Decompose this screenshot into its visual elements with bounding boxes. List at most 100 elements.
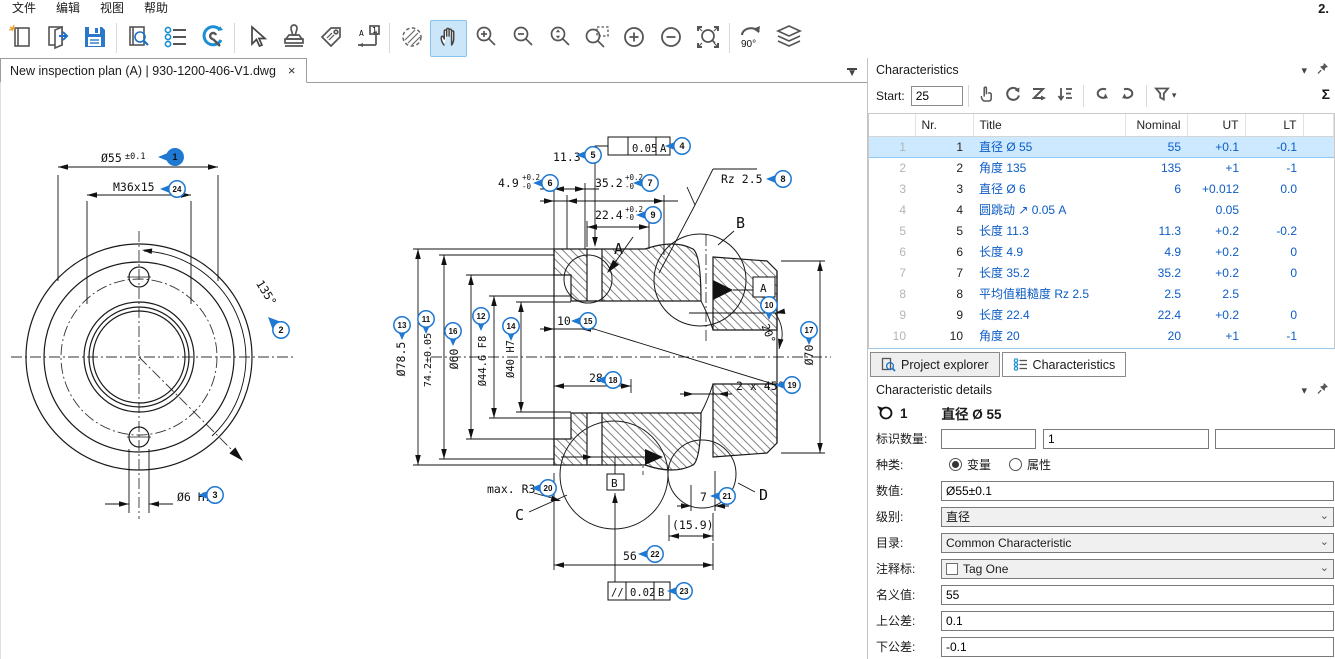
menu-view[interactable]: 视图	[92, 0, 136, 18]
id-qty-input-1[interactable]	[941, 429, 1036, 449]
value-input[interactable]	[941, 481, 1334, 501]
catalog-select[interactable]: Common Characteristic⌄	[941, 533, 1334, 553]
pin-icon[interactable]	[1317, 62, 1329, 78]
level-select[interactable]: 直径⌄	[941, 507, 1334, 527]
new-inspection-plan-button[interactable]	[2, 20, 39, 57]
column-header[interactable]: UT	[1187, 114, 1245, 136]
zoom-window-button[interactable]	[578, 20, 615, 57]
sum-button[interactable]: Σ	[1322, 86, 1330, 102]
refresh-order-button[interactable]	[1000, 84, 1026, 108]
balloon-2[interactable]: 2	[268, 317, 289, 338]
table-row[interactable]: 44圆跳动 ↗ 0.05 A0.05	[869, 199, 1334, 220]
id-qty-input-3[interactable]	[1215, 429, 1335, 449]
balloon-12[interactable]: 12	[473, 308, 489, 331]
details-pin-icon[interactable]	[1317, 382, 1329, 398]
table-row[interactable]: 99长度 22.422.4+0.20	[869, 304, 1334, 325]
characteristics-table-body[interactable]: 11直径 Ø 5555+0.1-0.122角度 135135+1-133直径 Ø…	[869, 136, 1334, 346]
panel-collapse-icon[interactable]: ▾	[1301, 64, 1307, 77]
step-forward-button[interactable]	[1115, 84, 1141, 108]
menu-help[interactable]: 帮助	[136, 0, 180, 18]
table-row[interactable]: 22角度 135135+1-1	[869, 157, 1334, 178]
open-inspection-plan-button[interactable]	[39, 20, 76, 57]
id-qty-input-2[interactable]	[1043, 429, 1209, 449]
balloon-8[interactable]: 8	[766, 171, 791, 187]
balloon-14[interactable]: 14	[503, 318, 519, 341]
zoom-in-button[interactable]	[467, 20, 504, 57]
zoom-out-button[interactable]	[504, 20, 541, 57]
filter-button[interactable]: ▾	[1152, 84, 1178, 108]
dim-35-2-lt: -0	[625, 182, 635, 191]
column-header[interactable]: Nominal	[1125, 114, 1187, 136]
balloon-21[interactable]: 21	[710, 488, 735, 504]
column-header[interactable]: Title	[973, 114, 1125, 136]
balloon-11[interactable]: 11	[418, 311, 434, 334]
detail-label-c: C	[515, 506, 524, 524]
table-row[interactable]: 66长度 4.94.9+0.20	[869, 241, 1334, 262]
balloon-15[interactable]: 15	[571, 313, 596, 329]
tab-list-dropdown-icon[interactable]: ▼	[847, 68, 857, 78]
menu-file[interactable]: 文件	[4, 0, 48, 18]
svg-text:11: 11	[422, 315, 431, 324]
sort-list-button[interactable]	[1052, 84, 1078, 108]
menu-edit[interactable]: 编辑	[48, 0, 92, 18]
drawing-canvas[interactable]: Ø55 ±0.1 M36x15 135° Ø6 H7 0.05 A 11.3 4…	[0, 83, 867, 659]
save-button[interactable]	[76, 20, 113, 57]
start-input[interactable]	[911, 86, 963, 106]
lasso-selection-button[interactable]	[393, 20, 430, 57]
balloon-22[interactable]: 22	[638, 546, 663, 562]
characteristics-table-header[interactable]: Nr.TitleNominalUTLT	[869, 114, 1334, 136]
find-in-document-button[interactable]	[120, 20, 157, 57]
pointer-hand-button[interactable]	[974, 84, 1000, 108]
rotate-90-button[interactable]: 90°	[733, 20, 770, 57]
balloon-17[interactable]: 17	[801, 322, 817, 345]
document-tab-title: New inspection plan (A) | 930-1200-406-V…	[10, 64, 276, 78]
balloon-23[interactable]: 23	[667, 583, 692, 599]
increase-button[interactable]	[615, 20, 652, 57]
toolbar-separator	[116, 23, 117, 53]
stamp-tool-button[interactable]	[275, 20, 312, 57]
nominal-input[interactable]	[941, 585, 1334, 605]
level-value: 直径	[946, 508, 970, 525]
characteristic-details-panel: 1 直径 Ø 55 标识数量: 种类: 变量 属性 数值: 级别: 直径⌄	[868, 399, 1335, 659]
table-row[interactable]: 88平均值粗糙度 Rz 2.52.52.5	[869, 283, 1334, 304]
column-header[interactable]: LT	[1245, 114, 1303, 136]
table-row[interactable]: 11直径 Ø 5555+0.1-0.1	[869, 136, 1334, 157]
tag-tool-button[interactable]	[312, 20, 349, 57]
pan-hand-button[interactable]	[430, 20, 467, 57]
dimension-arrowheads	[58, 138, 823, 568]
layers-button[interactable]	[770, 20, 807, 57]
rotate-90-icon: 90°	[737, 23, 767, 54]
table-row[interactable]: 33直径 Ø 66+0.0120.0	[869, 178, 1334, 199]
zoom-fit-button[interactable]	[689, 20, 726, 57]
filter-dropdown-icon[interactable]: ▾	[1172, 90, 1177, 101]
balloon-1[interactable]: 1	[158, 149, 183, 165]
table-row[interactable]: 77长度 35.235.2+0.20	[869, 262, 1334, 283]
lower-tolerance-input[interactable]	[941, 637, 1334, 657]
kind-radio-attribute[interactable]: 属性	[1009, 456, 1051, 473]
details-collapse-icon[interactable]: ▾	[1301, 384, 1307, 397]
document-tab[interactable]: New inspection plan (A) | 930-1200-406-V…	[0, 58, 307, 83]
tag-checkbox[interactable]	[946, 563, 958, 575]
tab-close-icon[interactable]: ×	[286, 63, 298, 78]
zigzag-order-button[interactable]	[1026, 84, 1052, 108]
step-back-button[interactable]	[1089, 84, 1115, 108]
select-cursor-button[interactable]	[238, 20, 275, 57]
characteristics-table[interactable]: Nr.TitleNominalUTLT 11直径 Ø 5555+0.1-0.12…	[868, 113, 1335, 349]
dimension-corner-button[interactable]: 1A	[349, 20, 386, 57]
column-header[interactable]	[1303, 114, 1334, 136]
table-row[interactable]: 1010角度 2020+1-1	[869, 325, 1334, 346]
column-header[interactable]	[869, 114, 915, 136]
kind-radio-variable[interactable]: 变量	[949, 456, 991, 473]
tab-characteristics[interactable]: Characteristics	[1002, 352, 1127, 377]
tag-select[interactable]: Tag One⌄	[941, 559, 1334, 579]
decrease-button[interactable]	[652, 20, 689, 57]
tab-project-explorer[interactable]: Project explorer	[870, 352, 1000, 377]
table-row[interactable]: 55长度 11.311.3+0.2-0.2	[869, 220, 1334, 241]
upper-tolerance-input[interactable]	[941, 611, 1334, 631]
settings-wrench-button[interactable]	[194, 20, 231, 57]
zoom-dynamic-button[interactable]	[541, 20, 578, 57]
column-header[interactable]: Nr.	[915, 114, 973, 136]
balloon-16[interactable]: 16	[445, 323, 461, 346]
balloon-13[interactable]: 13	[394, 317, 410, 340]
characteristics-list-button[interactable]	[157, 20, 194, 57]
